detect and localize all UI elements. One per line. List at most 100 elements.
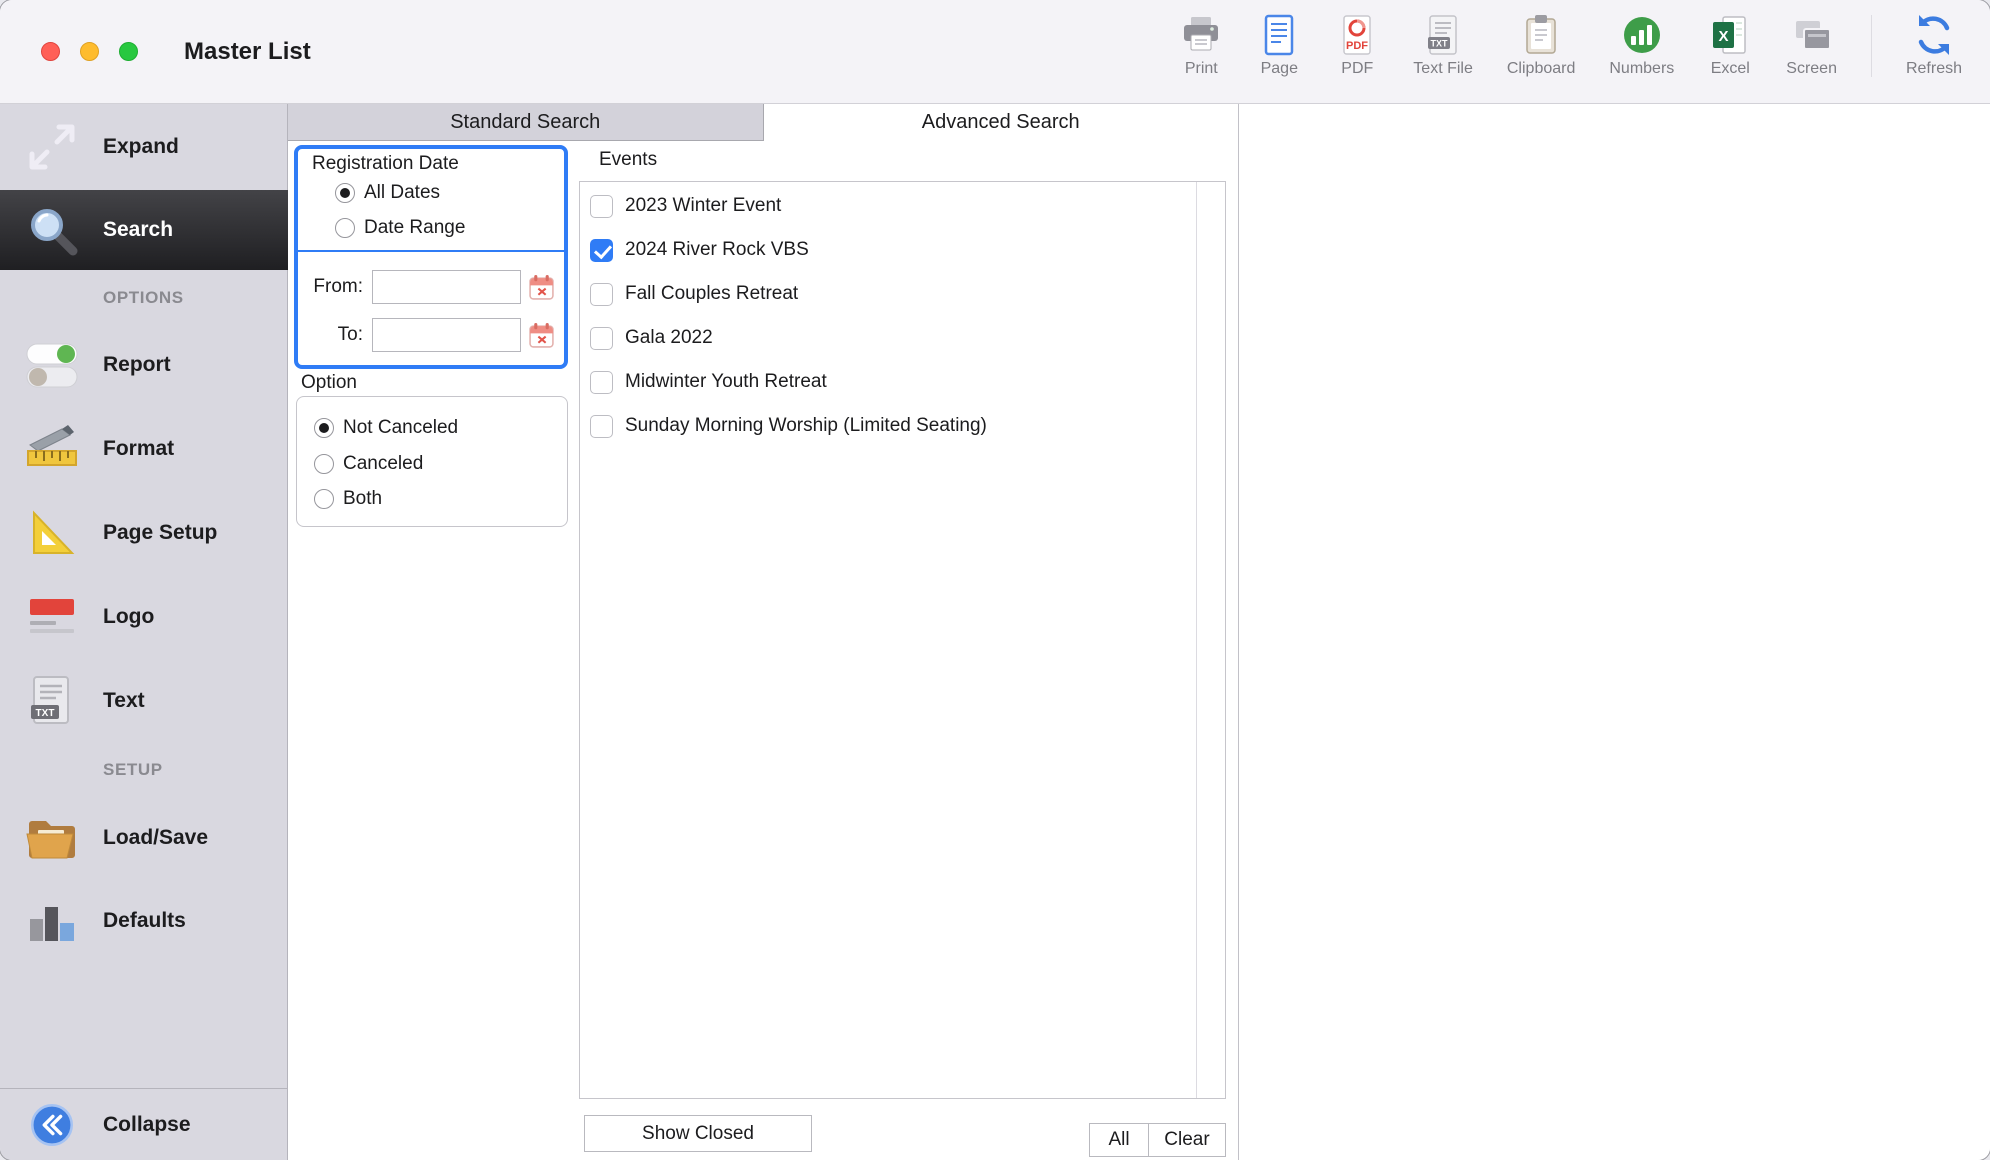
sidebar-label: Text [103,689,145,713]
clipboard-button[interactable]: Clipboard [1507,13,1575,78]
toolbar-label: Page [1261,60,1298,78]
scrollbar-track[interactable] [1196,182,1197,1098]
registration-date-title: Registration Date [312,153,459,175]
toolbar-label: PDF [1341,60,1373,78]
sidebar-item-load-save[interactable]: Load/Save [0,796,288,880]
pdf-button[interactable]: PDF PDF [1335,13,1379,78]
sidebar-item-page-setup[interactable]: Page Setup [0,491,288,575]
sidebar-item-collapse[interactable]: Collapse [0,1088,288,1160]
event-checkbox[interactable] [590,415,613,438]
select-buttons: All Clear [1089,1123,1226,1157]
radio-not-canceled[interactable]: Not Canceled [314,417,458,439]
excel-button[interactable]: X Excel [1708,13,1752,78]
event-label: Fall Couples Retreat [625,283,798,305]
option-title: Option [301,372,357,394]
tab-standard-search[interactable]: Standard Search [288,104,764,141]
to-date-row: To: [298,318,555,352]
events-list: 2023 Winter Event 2024 River Rock VBS Fa… [579,181,1226,1099]
toggles-icon [24,337,80,393]
refresh-button[interactable]: Refresh [1906,13,1962,78]
toolbar-label: Excel [1711,60,1750,78]
group-divider [298,250,564,252]
event-checkbox[interactable] [590,283,613,306]
sidebar-item-expand[interactable]: Expand [0,104,288,190]
event-checkbox[interactable] [590,195,613,218]
svg-text:TXT: TXT [1431,39,1449,49]
from-label: From: [298,276,363,298]
radio-label: Canceled [343,453,423,475]
toolbar-label: Refresh [1906,60,1962,78]
to-date-input[interactable] [372,318,521,352]
radio-label: Both [343,488,382,510]
radio-indicator [335,218,355,238]
radio-all-dates[interactable]: All Dates [335,182,440,204]
event-checkbox[interactable] [590,239,613,262]
show-closed-button[interactable]: Show Closed [584,1115,812,1152]
sidebar-item-logo[interactable]: Logo [0,575,288,659]
text-file-button[interactable]: TXT Text File [1413,13,1473,78]
refresh-icon [1912,13,1956,57]
sidebar-item-report[interactable]: Report [0,323,288,407]
toolbar-label: Screen [1786,60,1837,78]
sidebar-item-defaults[interactable]: Defaults [0,879,288,963]
tab-advanced-search[interactable]: Advanced Search [764,104,1239,141]
expand-icon [24,119,80,175]
radio-indicator [314,489,334,509]
close-window-button[interactable] [41,42,60,61]
numbers-button[interactable]: Numbers [1609,13,1674,78]
event-checkbox[interactable] [590,327,613,350]
titlebar: Master List Print Page PDF PDF [0,0,1990,104]
sidebar-label: Report [103,353,171,377]
calendar-icon[interactable] [528,322,555,349]
clipboard-icon [1519,13,1563,57]
screen-button[interactable]: Screen [1786,13,1837,78]
page-button[interactable]: Page [1257,13,1301,78]
radio-indicator [314,454,334,474]
option-group: Not Canceled Canceled Both [296,396,568,527]
sidebar-item-format[interactable]: Format [0,407,288,491]
sidebar: Expand Search OPTIONS Report Format [0,104,288,1160]
sidebar-section-options: OPTIONS [103,278,184,318]
event-label: Sunday Morning Worship (Limited Seating) [625,415,987,437]
event-label: Gala 2022 [625,327,713,349]
clear-button[interactable]: Clear [1148,1123,1226,1157]
event-checkbox[interactable] [590,371,613,394]
txt-document-icon: TXT [24,673,80,729]
event-row[interactable]: 2023 Winter Event [580,184,1196,228]
toolbar-label: Clipboard [1507,60,1575,78]
sidebar-item-text[interactable]: TXT Text [0,659,288,743]
results-pane [1239,104,1990,1160]
registration-date-group: Registration Date All Dates Date Range F… [294,145,568,369]
event-row[interactable]: 2024 River Rock VBS [580,228,1196,272]
event-label: Midwinter Youth Retreat [625,371,827,393]
zoom-window-button[interactable] [119,42,138,61]
sidebar-label: Format [103,437,174,461]
radio-both[interactable]: Both [314,488,382,510]
event-label: 2023 Winter Event [625,195,781,217]
event-row[interactable]: Gala 2022 [580,316,1196,360]
text-file-icon: TXT [1421,13,1465,57]
event-row[interactable]: Midwinter Youth Retreat [580,360,1196,404]
set-square-icon [24,505,80,561]
calendar-icon[interactable] [528,274,555,301]
sidebar-label: Page Setup [103,521,217,545]
minimize-window-button[interactable] [80,42,99,61]
sidebar-item-search[interactable]: Search [0,190,288,270]
radio-date-range[interactable]: Date Range [335,217,465,239]
from-date-input[interactable] [372,270,521,304]
sidebar-label: Load/Save [103,826,208,850]
radio-label: Date Range [364,217,465,239]
toolbar-separator [1871,15,1872,77]
logo-icon [24,589,80,645]
radio-canceled[interactable]: Canceled [314,453,423,475]
sidebar-label: Defaults [103,909,186,933]
event-row[interactable]: Fall Couples Retreat [580,272,1196,316]
event-row[interactable]: Sunday Morning Worship (Limited Seating) [580,404,1196,448]
svg-text:PDF: PDF [1346,40,1368,52]
toolbar: Print Page PDF PDF TXT Text File [1179,13,1962,78]
building-icon [24,893,80,949]
window-title: Master List [184,0,311,104]
app-window: Master List Print Page PDF PDF [0,0,1990,1160]
print-button[interactable]: Print [1179,13,1223,78]
all-button[interactable]: All [1089,1123,1149,1157]
